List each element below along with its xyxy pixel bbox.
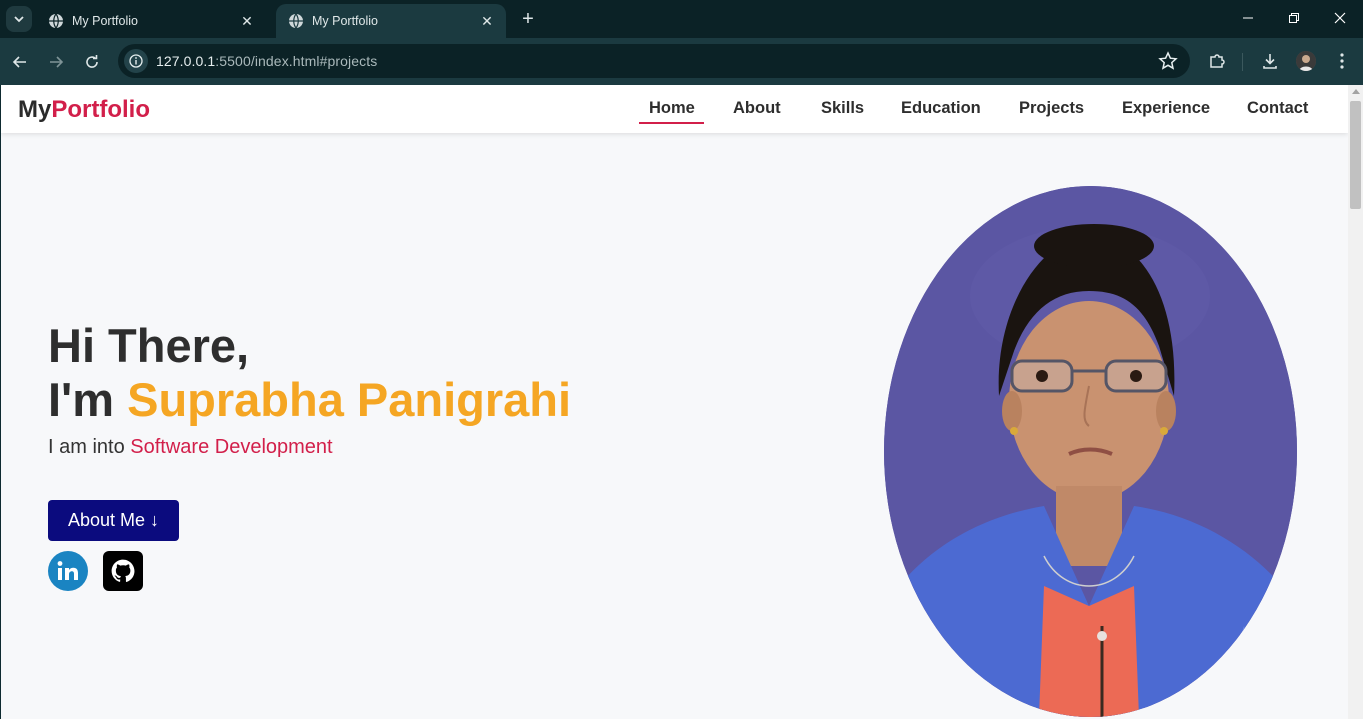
browser-tab-1[interactable]: My Portfolio ✕ [36,4,266,38]
linkedin-link[interactable] [48,551,88,591]
hero-subtitle: I am into Software Development [48,436,333,458]
browser-tabstrip: My Portfolio ✕ My Portfolio ✕ + [0,0,1363,38]
globe-icon [49,13,63,29]
browser-toolbar: 127.0.0.1:5500/index.html#projects [0,38,1363,85]
back-button[interactable] [8,50,32,74]
hero-intro: I'm Suprabha Panigrahi [48,373,572,426]
page-viewport: MyPortfolio Home About Skills Education … [1,85,1348,719]
more-vertical-icon [1340,53,1344,69]
nav-about[interactable]: About [733,99,781,118]
reload-button[interactable] [80,50,104,74]
nav-contact[interactable]: Contact [1247,99,1308,118]
minimize-button[interactable] [1225,0,1271,36]
portrait-image [884,186,1297,717]
tab-title: My Portfolio [312,14,378,28]
close-tab-icon[interactable]: ✕ [238,12,256,30]
profile-avatar[interactable] [1296,51,1316,71]
hero-greeting: Hi There, [48,319,250,372]
avatar-icon [1296,51,1316,71]
scroll-up-arrow[interactable] [1352,89,1360,94]
nav-home[interactable]: Home [649,99,695,118]
nav-education[interactable]: Education [901,99,981,118]
restore-button[interactable] [1271,0,1317,36]
github-icon [111,559,135,582]
chevron-down-icon [14,16,24,23]
forward-button[interactable] [44,50,68,74]
tab-search-button[interactable] [6,6,32,32]
new-tab-button[interactable]: + [517,8,539,30]
close-window-button[interactable] [1317,0,1363,36]
browser-menu-button[interactable] [1330,49,1354,73]
tab-title: My Portfolio [72,14,138,28]
hero-name: Suprabha Panigrahi [127,373,572,426]
hero-role: Software Development [130,436,333,458]
site-info-button[interactable] [124,49,148,73]
downloads-button[interactable] [1258,49,1282,73]
nav-projects[interactable]: Projects [1019,99,1084,118]
toolbar-divider [1242,53,1243,71]
bookmark-star-icon[interactable] [1158,51,1178,71]
scroll-thumb[interactable] [1350,101,1361,209]
arrow-left-icon [12,56,26,68]
site-logo[interactable]: MyPortfolio [18,96,150,124]
close-tab-icon[interactable]: ✕ [478,12,496,30]
reload-icon [86,55,98,68]
nav-experience[interactable]: Experience [1122,99,1210,118]
close-icon [1334,12,1346,24]
page-scrollbar[interactable] [1348,85,1363,719]
restore-icon [1289,13,1299,23]
puzzle-icon [1210,54,1225,68]
browser-tab-2[interactable]: My Portfolio ✕ [276,4,506,38]
site-header: MyPortfolio Home About Skills Education … [1,85,1348,133]
globe-icon [289,13,303,29]
about-me-button[interactable]: About Me ↓ [48,500,179,541]
hero-heading: Hi There, I'm Suprabha Panigrahi [48,319,571,427]
url-text: 127.0.0.1:5500/index.html#projects [156,53,378,69]
nav-active-indicator [639,122,704,124]
arrow-right-icon [50,56,64,68]
nav-skills[interactable]: Skills [821,99,864,118]
linkedin-icon [57,561,78,580]
profile-photo [884,186,1297,717]
address-bar[interactable]: 127.0.0.1:5500/index.html#projects [118,44,1190,78]
download-icon [1263,54,1277,69]
minimize-icon [1243,17,1253,19]
extensions-button[interactable] [1205,49,1229,73]
info-icon [129,54,143,68]
github-link[interactable] [103,551,143,591]
